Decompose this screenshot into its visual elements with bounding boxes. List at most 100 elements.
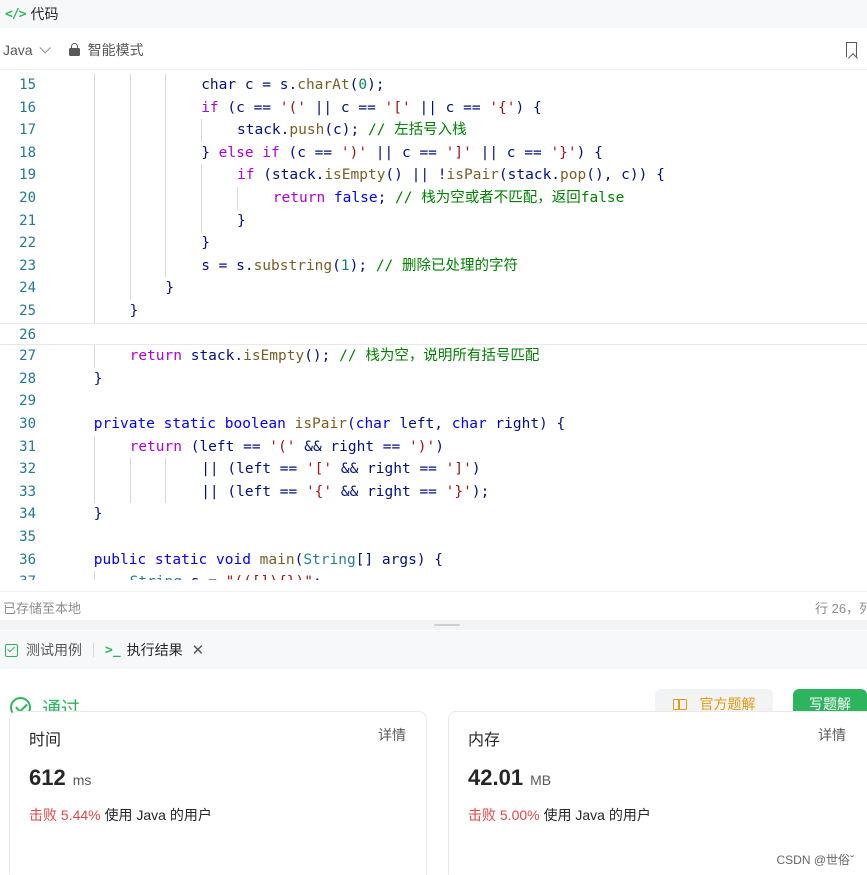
indent-guide [129, 480, 131, 504]
code-line[interactable]: 33 || (left == '{' && right == '}'); [0, 480, 867, 504]
code-token: main [259, 551, 295, 568]
code-token: ')' [409, 438, 436, 455]
line-number: 16 [19, 99, 36, 116]
code-line[interactable]: 36 public static void main(String[] args)… [0, 549, 867, 572]
code-line[interactable]: 35 [0, 526, 867, 549]
indent-guide [93, 345, 95, 368]
code-text: return false; // 栈为空或者不匹配，返回false [273, 187, 625, 210]
line-number: 24 [19, 280, 36, 297]
indent-guide [129, 209, 131, 233]
code-line[interactable]: 26 [0, 322, 867, 346]
code-line[interactable]: 17 stack.push(c); // 左括号入栈 [0, 119, 867, 142]
code-line[interactable]: 20 return false; // 栈为空或者不匹配，返回false [0, 187, 867, 210]
code-token: String [303, 551, 356, 568]
code-token: } [93, 506, 103, 523]
line-number: 18 [19, 144, 36, 161]
code-line[interactable]: 19 if (stack.isEmpty() || !isPair(stack.p… [0, 164, 867, 187]
code-token: '{' [489, 99, 516, 116]
code-token: '{' [305, 483, 333, 500]
code-token: (); [304, 348, 340, 365]
code-text: stack.push(c); // 左括号入栈 [237, 119, 467, 142]
language-select[interactable]: Java [3, 41, 51, 58]
code-line[interactable]: 23 s = s.substring(1); // 删除已处理的字符 [0, 254, 867, 278]
code-line[interactable]: 37 String s = "(([]){})"; [0, 571, 867, 580]
code-line[interactable]: 25} [0, 300, 867, 323]
code-token: && right == [295, 438, 409, 455]
line-number: 22 [19, 235, 36, 252]
indent-guide [201, 209, 203, 233]
memory-detail-link[interactable]: 详情 [818, 725, 846, 745]
code-token: (c == [279, 144, 341, 161]
code-token: char [355, 416, 391, 432]
code-line[interactable]: 18 } else if (c == ')' || c == ']' || c =… [0, 141, 867, 165]
code-token: ); [367, 77, 385, 93]
code-token: () || ! [385, 167, 447, 184]
code-line[interactable]: 15 char c = s.charAt(0); [0, 74, 867, 97]
code-token: pop [560, 167, 587, 184]
cursor-position: 行 26，列 1 [815, 601, 867, 616]
code-line[interactable]: 32 || (left == '[' && right == ']') [0, 458, 867, 481]
runtime-detail-link[interactable]: 详情 [378, 725, 406, 745]
close-icon[interactable]: ✕ [192, 641, 205, 659]
line-number: 26 [19, 326, 36, 343]
memory-beat-text: 击败 5.00% 使用 Java 的用户 [468, 807, 651, 823]
code-line[interactable]: 21} [0, 209, 867, 233]
code-line[interactable]: 29 [0, 390, 867, 413]
code-token: } [237, 212, 246, 229]
code-token: public static void [93, 551, 251, 568]
code-token: '[' [384, 99, 411, 116]
code-token: false [333, 190, 378, 206]
line-number: 35 [19, 529, 36, 545]
indent-guide [93, 458, 95, 481]
line-number: 15 [19, 77, 36, 93]
bookmark-icon[interactable] [846, 42, 857, 57]
code-line[interactable]: 28} [0, 368, 867, 391]
indent-guide [165, 458, 167, 481]
code-token: push [289, 122, 325, 139]
indent-guide [201, 119, 203, 142]
code-text: } [237, 210, 246, 233]
code-token: ); [471, 483, 490, 500]
code-token: substring [253, 257, 333, 274]
indent-guide [93, 164, 95, 187]
code-text: } else if (c == ')' || c == ']' || c == … [201, 142, 603, 165]
code-text: String s = "(([]){})"; [130, 571, 322, 580]
code-line[interactable]: 30 private static boolean isPair(char lef… [0, 413, 867, 436]
code-token: ']' [445, 144, 472, 161]
indent-guide [165, 232, 167, 255]
code-token: s = s. [201, 257, 254, 274]
code-token: String [130, 574, 182, 580]
indent-guide [93, 254, 95, 278]
indent-guide [165, 119, 167, 142]
indent-guide [129, 277, 131, 300]
code-token: ( [332, 257, 341, 274]
code-editor[interactable]: 15 char c = s.charAt(0); 16 if (c == '(' ||… [0, 71, 867, 580]
code-token: ')' [340, 144, 368, 161]
code-line[interactable]: 31 return (left == '(' && right == ')') [0, 435, 867, 459]
code-token: '(' [279, 99, 306, 116]
indent-guide [165, 254, 167, 278]
code-text: return (left == '(' && right == ')') [130, 436, 444, 459]
tab-testcase[interactable]: 测试用例 [5, 640, 82, 660]
code-token: char c = s. [201, 77, 298, 93]
smart-mode-toggle[interactable]: 智能模式 [68, 40, 144, 60]
code-line[interactable]: 16 if (c == '(' || c == '[' || c == '{') … [0, 96, 867, 120]
code-text: s = s.substring(1); // 删除已处理的字符 [201, 255, 518, 278]
code-token: ; [377, 190, 396, 206]
language-label: Java [3, 41, 33, 58]
watermark: CSDN @世俗ˇ [776, 853, 854, 867]
code-line[interactable]: 27 return stack.isEmpty(); // 栈为空，说明所有括号匹… [0, 345, 867, 368]
code-line[interactable]: 34} [0, 503, 867, 526]
panel-resize-handle[interactable] [0, 620, 867, 630]
code-token: "(([]){})" [226, 574, 313, 580]
code-token: || c == [305, 99, 385, 116]
code-line[interactable]: 24} [0, 277, 867, 300]
tab-result[interactable]: >_ 执行结果 ✕ [105, 640, 204, 660]
code-line[interactable]: 22} [0, 232, 867, 255]
code-token: '}' [550, 144, 577, 161]
indent-guide [165, 96, 167, 120]
code-token: isPair [294, 416, 347, 432]
line-number: 36 [19, 551, 36, 568]
